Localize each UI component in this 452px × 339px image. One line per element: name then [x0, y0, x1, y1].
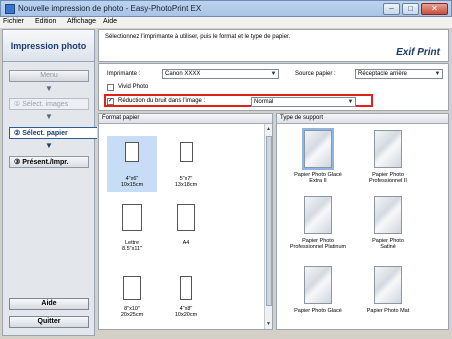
arrow-down-icon: ▼: [45, 141, 53, 150]
instruction-panel: Sélectionnez l'imprimante à utiliser, pu…: [98, 29, 449, 62]
paper-5x7[interactable]: 5"x7" 13x18cm: [161, 136, 211, 192]
paper-a4[interactable]: A4: [161, 204, 211, 264]
paper-4x6[interactable]: 4"x6" 10x15cm: [107, 136, 157, 192]
step-layout-print[interactable]: ③ Présent./Impr.: [9, 156, 89, 168]
noise-reduction-checkbox[interactable]: ✓: [107, 98, 114, 105]
instruction-text: Sélectionnez l'imprimante à utiliser, pu…: [105, 34, 291, 40]
paper-sheet-icon: [180, 276, 192, 300]
paper-source-select[interactable]: Réceptacle arrière ▼: [355, 69, 443, 79]
help-button[interactable]: Aide: [9, 298, 89, 310]
paper-8x10[interactable]: 8"x10" 20x25cm: [107, 276, 157, 328]
paper-source-value: Réceptacle arrière: [358, 71, 408, 77]
close-button[interactable]: ✕: [421, 3, 448, 15]
menu-affichage[interactable]: Affichage: [67, 18, 96, 25]
paper-sheet-icon: [122, 204, 142, 231]
printer-value: Canon XXXX: [165, 71, 201, 77]
paper-size-panel: Format papier 4"x6" 10x15cm 5"x7" 13x18c…: [98, 113, 273, 330]
title-bar: Nouvelle impression de photo - Easy-Phot…: [0, 0, 452, 17]
media-glossy-extra-ii[interactable]: Papier Photo Glacé Extra II: [287, 128, 349, 184]
menu-edition[interactable]: Edition: [35, 18, 56, 25]
paper-sheet-icon: [125, 142, 139, 162]
paper-source-label: Source papier :: [295, 71, 336, 77]
media-satin[interactable]: Papier Photo Satiné: [357, 196, 419, 250]
vivid-photo-label: Vivid Photo: [118, 84, 149, 90]
media-pro-ii[interactable]: Papier Photo Professionnel II: [357, 130, 419, 184]
step-select-images[interactable]: ① Sélect. images: [9, 98, 89, 110]
maximize-button[interactable]: □: [402, 3, 419, 15]
media-matte[interactable]: Papier Photo Mat: [357, 266, 419, 314]
arrow-down-icon: ▼: [45, 84, 53, 93]
step-select-paper[interactable]: ② Sélect. papier: [9, 127, 97, 139]
paper-photo-icon: [304, 266, 332, 304]
menu-button[interactable]: Menu: [9, 70, 89, 82]
scroll-thumb[interactable]: [266, 136, 272, 306]
paper-photo-icon: [374, 130, 402, 168]
paper-letter[interactable]: Lettre 8.5"x11": [107, 204, 157, 264]
paper-sheet-icon: [179, 142, 193, 162]
print-settings: Imprimante : Canon XXXX ▼ Source papier …: [98, 63, 449, 111]
noise-reduction-label: Réduction du bruit dans l'image :: [118, 98, 206, 104]
paper-4x8[interactable]: 4"x8" 10x20cm: [161, 276, 211, 328]
vivid-photo-checkbox[interactable]: [107, 84, 114, 91]
chevron-down-icon: ▼: [347, 99, 354, 105]
chevron-down-icon: ▼: [434, 71, 441, 77]
paper-size-header: Format papier: [99, 114, 272, 124]
paper-photo-icon: [374, 196, 402, 234]
window-title: Nouvelle impression de photo - Easy-Phot…: [18, 4, 202, 13]
media-type-panel: Type de support Papier Photo Glacé Extra…: [276, 113, 449, 330]
noise-reduction-value: Normal: [254, 99, 274, 105]
paper-size-scrollbar[interactable]: ▲ ▼: [264, 124, 272, 329]
menu-bar: Fichier Edition Affichage Aide: [0, 17, 452, 28]
app-icon: [5, 4, 15, 14]
paper-sheet-icon: [177, 204, 195, 231]
arrow-down-icon: ▼: [45, 112, 53, 121]
media-type-header: Type de support: [277, 114, 448, 124]
media-glossy[interactable]: Papier Photo Glacé: [287, 266, 349, 314]
menu-fichier[interactable]: Fichier: [3, 18, 24, 25]
chevron-down-icon: ▼: [270, 71, 277, 77]
noise-reduction-select[interactable]: Normal ▼: [251, 97, 356, 107]
menu-aide[interactable]: Aide: [103, 18, 117, 25]
paper-photo-icon: [304, 196, 332, 234]
minimize-button[interactable]: –: [383, 3, 400, 15]
scroll-up-icon[interactable]: ▲: [265, 125, 272, 133]
quit-button[interactable]: Quitter: [9, 316, 89, 328]
media-pro-platinum[interactable]: Papier Photo Professionnel Platinum: [287, 196, 349, 250]
paper-sheet-icon: [123, 276, 141, 300]
sidebar: Impression photo Menu ▼ ① Sélect. images…: [2, 29, 97, 336]
printer-label: Imprimante :: [107, 71, 141, 77]
paper-photo-icon: [374, 266, 402, 304]
paper-photo-icon: [302, 128, 334, 170]
exif-print-logo: Exif Print: [396, 47, 440, 58]
printer-select[interactable]: Canon XXXX ▼: [162, 69, 279, 79]
scroll-down-icon[interactable]: ▼: [265, 320, 272, 328]
sidebar-header: Impression photo: [3, 30, 94, 62]
